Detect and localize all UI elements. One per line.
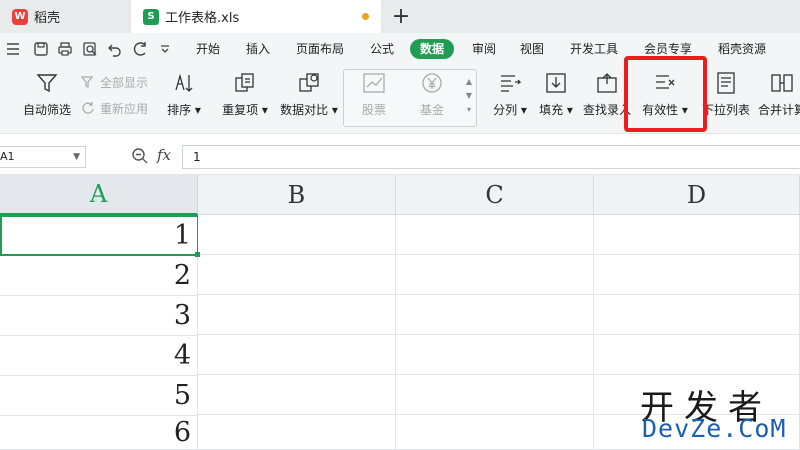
cell-a3[interactable]: 3 <box>0 296 198 336</box>
filter-icon <box>34 69 60 97</box>
insert-function-button[interactable]: fx <box>157 146 171 164</box>
data-compare-label: 数据对比 ▾ <box>280 103 338 117</box>
duplicates-button[interactable]: 重复项 ▾ <box>218 69 272 127</box>
cell-c1[interactable] <box>396 215 594 255</box>
unsaved-dot-icon <box>362 13 369 20</box>
save-icon[interactable] <box>32 40 50 58</box>
cell-c4[interactable] <box>396 335 594 375</box>
duplicates-icon <box>232 69 258 97</box>
column-header-b[interactable]: B <box>198 175 396 215</box>
dropdown-list-label: 下拉列表 <box>701 103 750 117</box>
print-preview-icon[interactable] <box>81 40 99 58</box>
data-compare-icon <box>296 69 322 97</box>
auto-filter-label: 自动筛选 <box>22 103 71 117</box>
data-compare-button[interactable]: 数据对比 ▾ <box>278 69 340 127</box>
dropdown-list-button[interactable]: 下拉列表 <box>700 69 752 127</box>
chevron-down-icon[interactable]: ▼ <box>73 147 80 167</box>
watermark-en: DevZe.CoM <box>642 414 787 443</box>
fill-down-icon <box>543 69 569 97</box>
spreadsheet-icon: S <box>143 8 159 25</box>
fund-button[interactable]: 基金 <box>410 69 454 127</box>
reapply-button[interactable]: 重新应用 <box>80 99 148 117</box>
cell-a5[interactable]: 5 <box>0 376 198 416</box>
cell-b4[interactable] <box>198 335 396 375</box>
menu-page-layout[interactable]: 页面布局 <box>292 39 348 59</box>
tab-bar: W 稻壳 S 工作表格.xls + <box>0 0 800 33</box>
stock-button[interactable]: 股票 <box>352 69 396 127</box>
yen-coin-icon <box>419 69 445 97</box>
merge-calc-icon <box>769 69 795 97</box>
dropdown-list-icon <box>713 69 739 97</box>
show-all-button[interactable]: 全部显示 <box>80 73 148 91</box>
formula-input[interactable]: 1 <box>182 145 800 169</box>
duplicates-label: 重复项 ▾ <box>222 103 268 117</box>
show-all-icon <box>80 74 96 90</box>
menu-insert[interactable]: 插入 <box>240 39 276 59</box>
cell-a4[interactable]: 4 <box>0 336 198 376</box>
column-header-d[interactable]: D <box>594 175 800 215</box>
cell-b6[interactable] <box>198 415 396 450</box>
cell-a6[interactable]: 6 <box>0 416 198 450</box>
tab-app-home[interactable]: W 稻壳 <box>0 0 130 33</box>
auto-filter-button[interactable]: 自动筛选 <box>20 69 74 127</box>
print-icon[interactable] <box>56 40 74 58</box>
wps-logo-icon: W <box>12 8 28 25</box>
tab-workbook[interactable]: S 工作表格.xls <box>131 0 381 33</box>
sort-icon <box>171 69 197 97</box>
menu-developer[interactable]: 开发工具 <box>564 39 624 59</box>
merge-calc-button[interactable]: 合并计算 <box>756 69 800 127</box>
dropdown-icon[interactable] <box>156 40 174 58</box>
tab-workbook-label: 工作表格.xls <box>165 11 240 26</box>
fill-button[interactable]: 填充 ▾ <box>536 69 576 127</box>
show-all-label: 全部显示 <box>100 75 149 90</box>
cell-a2[interactable]: 2 <box>0 256 198 296</box>
column-header-c[interactable]: C <box>396 175 594 215</box>
fill-handle[interactable] <box>195 252 200 257</box>
split-column-button[interactable]: 分列 ▾ <box>490 69 530 127</box>
merge-calc-label: 合并计算 <box>757 103 800 117</box>
redo-icon[interactable] <box>131 40 149 58</box>
menu-home[interactable]: 开始 <box>190 39 226 59</box>
validation-highlight-frame <box>624 56 707 132</box>
menu-docer-resources[interactable]: 稻壳资源 <box>712 39 772 59</box>
name-box-value: A1 <box>0 150 15 163</box>
reapply-label: 重新应用 <box>100 101 149 116</box>
cell-b2[interactable] <box>198 255 396 295</box>
sort-button[interactable]: 排序 ▾ <box>164 69 204 127</box>
cell-d2[interactable] <box>594 255 800 295</box>
column-header-a[interactable]: A <box>0 175 198 215</box>
tab-app-label: 稻壳 <box>34 11 61 26</box>
cell-d3[interactable] <box>594 295 800 335</box>
menu-data[interactable]: 数据 <box>410 39 454 59</box>
stock-chart-icon <box>361 69 387 97</box>
cell-b3[interactable] <box>198 295 396 335</box>
cell-c3[interactable] <box>396 295 594 335</box>
cell-c2[interactable] <box>396 255 594 295</box>
menu-icon[interactable] <box>4 40 22 58</box>
sort-label: 排序 ▾ <box>167 103 201 117</box>
cell-b1[interactable] <box>198 215 396 255</box>
menu-review[interactable]: 审阅 <box>466 39 502 59</box>
undo-icon[interactable] <box>106 40 124 58</box>
cell-b5[interactable] <box>198 375 396 415</box>
reapply-icon <box>80 100 96 116</box>
formula-bar: A1 ▼ fx 1 <box>0 133 800 175</box>
menu-view[interactable]: 视图 <box>514 39 550 59</box>
menu-formulas[interactable]: 公式 <box>364 39 400 59</box>
cell-d4[interactable] <box>594 335 800 375</box>
split-column-label: 分列 ▾ <box>493 103 527 117</box>
gallery-scroll-icon[interactable]: ▲ ▼ ▾ <box>463 75 475 119</box>
zoom-search-icon[interactable] <box>131 147 149 165</box>
cell-d1[interactable] <box>594 215 800 255</box>
stock-label: 股票 <box>361 103 386 117</box>
cell-c6[interactable] <box>396 415 594 450</box>
fund-label: 基金 <box>419 103 444 117</box>
new-tab-button[interactable]: + <box>388 3 414 29</box>
cell-c5[interactable] <box>396 375 594 415</box>
fill-label: 填充 ▾ <box>539 103 573 117</box>
lookup-entry-icon <box>594 69 620 97</box>
name-box[interactable]: A1 ▼ <box>0 146 86 168</box>
cell-a1[interactable]: 1 <box>0 215 199 256</box>
split-column-icon <box>497 69 523 97</box>
